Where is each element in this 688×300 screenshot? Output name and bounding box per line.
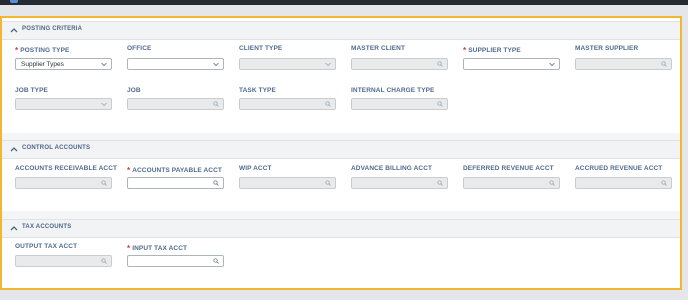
output-tax-acct-label: OUTPUT TAX ACCT [15, 243, 78, 250]
wip-acct-lookup[interactable] [239, 177, 336, 189]
section-title: TAX ACCOUNTS [22, 224, 72, 230]
search-icon[interactable] [213, 180, 219, 186]
internal-charge-type-lookup[interactable] [351, 98, 448, 110]
required-marker: * [463, 46, 467, 55]
supplier-type-label: * SUPPLIER TYPE [463, 45, 521, 55]
accounts-payable-acct-lookup[interactable] [127, 177, 224, 189]
search-icon[interactable] [661, 180, 667, 186]
section-header-tax-accounts[interactable]: TAX ACCOUNTS [2, 219, 680, 238]
master-supplier-lookup[interactable] [575, 58, 672, 70]
search-icon[interactable] [325, 180, 331, 186]
window-top-bar [0, 0, 688, 5]
label-text: INPUT TAX ACCT [132, 245, 188, 252]
master-client-label: MASTER CLIENT [351, 45, 406, 52]
accrued-revenue-acct-label: ACCRUED REVENUE ACCT [575, 165, 663, 172]
search-icon[interactable] [661, 61, 667, 67]
search-icon[interactable] [437, 101, 443, 107]
search-icon[interactable] [325, 101, 331, 107]
search-icon[interactable] [213, 258, 219, 264]
chevron-up-icon[interactable] [10, 225, 18, 232]
job-type-label: JOB TYPE [15, 87, 48, 94]
advance-billing-acct-lookup[interactable] [351, 177, 448, 189]
search-icon[interactable] [437, 180, 443, 186]
search-icon[interactable] [101, 258, 107, 264]
input-tax-acct-lookup[interactable] [127, 255, 224, 267]
section-spacer [2, 133, 680, 140]
posting-type-label: * POSTING TYPE [15, 45, 70, 55]
advance-billing-acct-label: ADVANCE BILLING ACCT [351, 165, 433, 172]
task-type-lookup[interactable] [239, 98, 336, 110]
label-text: POSTING TYPE [20, 47, 70, 54]
deferred-revenue-acct-label: DEFERRED REVENUE ACCT [463, 165, 554, 172]
chevron-down-icon[interactable] [549, 61, 555, 67]
accounts-receivable-acct-lookup[interactable] [15, 177, 112, 189]
accounts-payable-acct-label: * ACCOUNTS PAYABLE ACCT [127, 165, 222, 175]
chevron-down-icon[interactable] [101, 101, 107, 107]
chevron-down-icon[interactable] [213, 61, 219, 67]
client-type-select[interactable] [239, 58, 336, 70]
search-icon[interactable] [549, 180, 555, 186]
section-header-control-accounts[interactable]: CONTROL ACCOUNTS [2, 140, 680, 159]
master-client-lookup[interactable] [351, 58, 448, 70]
office-label: OFFICE [127, 45, 152, 52]
internal-charge-type-label: INTERNAL CHARGE TYPE [351, 87, 435, 94]
search-icon[interactable] [101, 180, 107, 186]
section-title: CONTROL ACCOUNTS [22, 145, 91, 151]
job-label: JOB [127, 87, 141, 94]
selected-value: Supplier Types [21, 61, 64, 68]
chevron-up-icon[interactable] [10, 27, 18, 34]
master-supplier-label: MASTER SUPPLIER [575, 45, 639, 52]
supplier-type-select[interactable] [463, 58, 560, 70]
search-icon[interactable] [213, 101, 219, 107]
office-select[interactable] [127, 58, 224, 70]
label-text: ACCOUNTS PAYABLE ACCT [132, 167, 222, 174]
job-lookup[interactable] [127, 98, 224, 110]
section-title: POSTING CRITERIA [22, 26, 83, 32]
posting-type-select[interactable]: Supplier Types [15, 58, 112, 70]
account-posting-panel: POSTING CRITERIA * POSTING TYPE OFFICE CL… [0, 16, 682, 290]
label-text: SUPPLIER TYPE [468, 47, 521, 54]
section-header-posting-criteria[interactable]: POSTING CRITERIA [2, 21, 680, 40]
output-tax-acct-lookup[interactable] [15, 255, 112, 267]
accrued-revenue-acct-lookup[interactable] [575, 177, 672, 189]
section-spacer [2, 211, 680, 219]
chevron-down-icon[interactable] [101, 61, 107, 67]
required-marker: * [15, 46, 19, 55]
input-tax-acct-label: * INPUT TAX ACCT [127, 243, 188, 253]
job-type-select[interactable] [15, 98, 112, 110]
task-type-label: TASK TYPE [239, 87, 276, 94]
chevron-down-icon[interactable] [325, 61, 331, 67]
required-marker: * [127, 244, 131, 253]
top-bar-indicator [10, 0, 18, 3]
wip-acct-label: WIP ACCT [239, 165, 272, 172]
required-marker: * [127, 166, 131, 175]
client-type-label: CLIENT TYPE [239, 45, 283, 52]
search-icon[interactable] [437, 61, 443, 67]
chevron-up-icon[interactable] [10, 146, 18, 153]
deferred-revenue-acct-lookup[interactable] [463, 177, 560, 189]
accounts-receivable-acct-label: ACCOUNTS RECEIVABLE ACCT [15, 165, 118, 172]
